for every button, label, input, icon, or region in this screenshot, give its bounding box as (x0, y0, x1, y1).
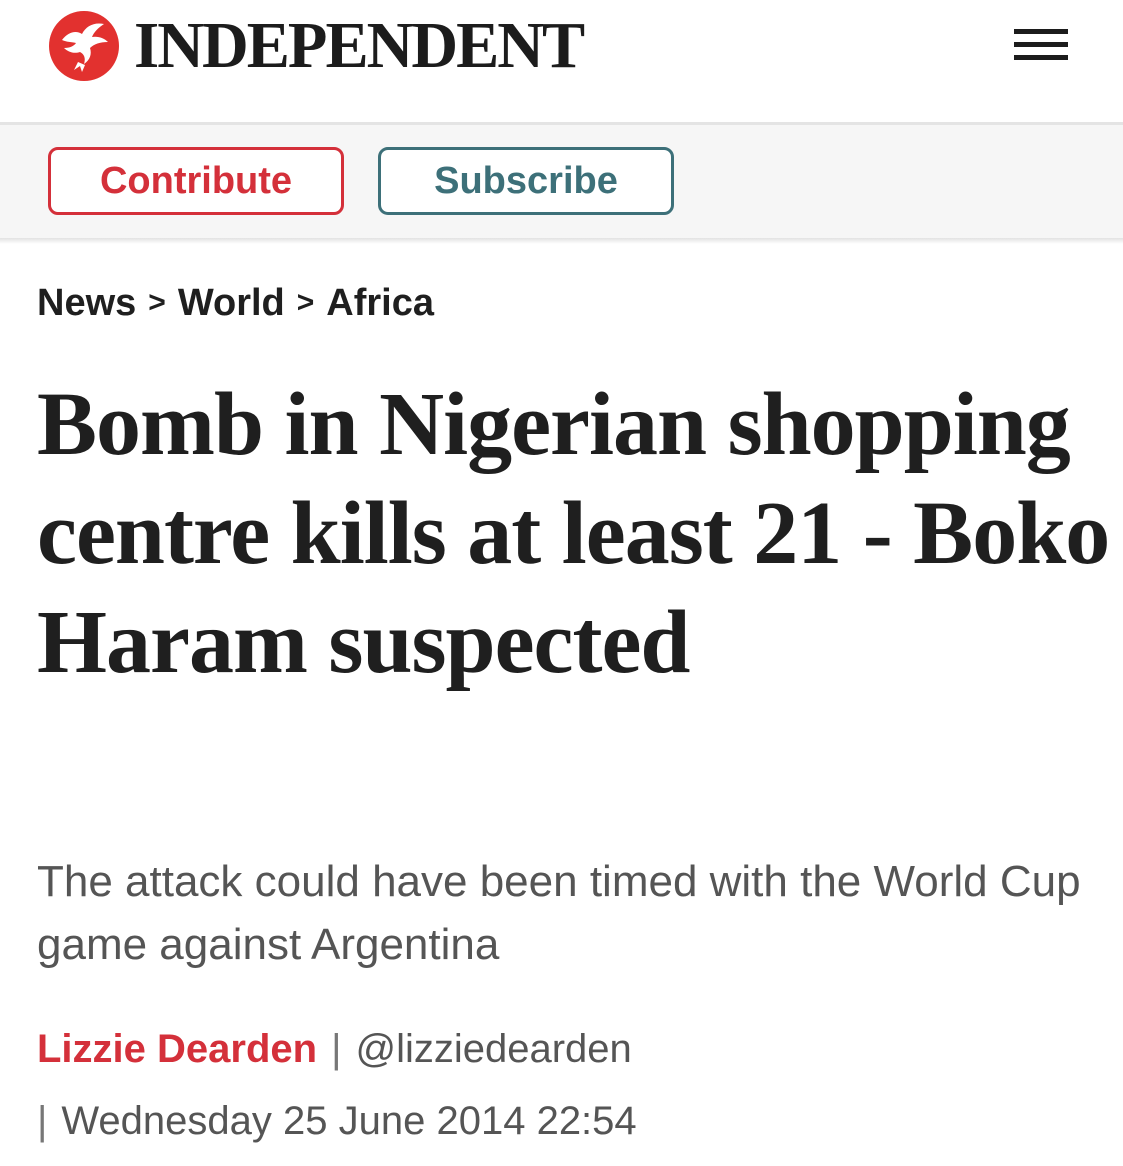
menu-line (1014, 55, 1068, 60)
byline-separator: | (331, 1026, 342, 1071)
author-twitter-handle[interactable]: @lizziedearden (355, 1027, 631, 1072)
eagle-logo-icon[interactable] (48, 10, 120, 82)
menu-line (1014, 29, 1068, 34)
article-standfirst: The attack could have been timed with th… (37, 857, 1081, 969)
article-headline: Bomb in Nigerian shopping centre kills a… (37, 375, 1110, 692)
dateline-separator: | (37, 1098, 48, 1143)
breadcrumb-item-world[interactable]: World (178, 282, 285, 325)
site-header: INDEPENDENT (0, 0, 1123, 122)
dateline: | Wednesday 25 June 2014 22:54 (37, 1092, 637, 1150)
breadcrumb-item-africa[interactable]: Africa (326, 282, 434, 325)
hamburger-menu-icon[interactable] (1010, 26, 1070, 66)
breadcrumb-separator: > (296, 286, 315, 319)
brand-wordmark[interactable]: INDEPENDENT (134, 8, 585, 84)
support-bar-shadow (0, 238, 1123, 244)
subscribe-button[interactable]: Subscribe (378, 147, 674, 215)
breadcrumb-item-news[interactable]: News (37, 282, 136, 325)
contribute-button[interactable]: Contribute (48, 147, 344, 215)
author-link[interactable]: Lizzie Dearden (37, 1027, 317, 1072)
byline: Lizzie Dearden | @lizziedearden (37, 1020, 632, 1078)
menu-line (1014, 42, 1068, 47)
breadcrumb-separator: > (148, 286, 166, 319)
publish-date: Wednesday 25 June 2014 22:54 (61, 1098, 637, 1143)
breadcrumb: News > World > Africa (37, 278, 434, 328)
